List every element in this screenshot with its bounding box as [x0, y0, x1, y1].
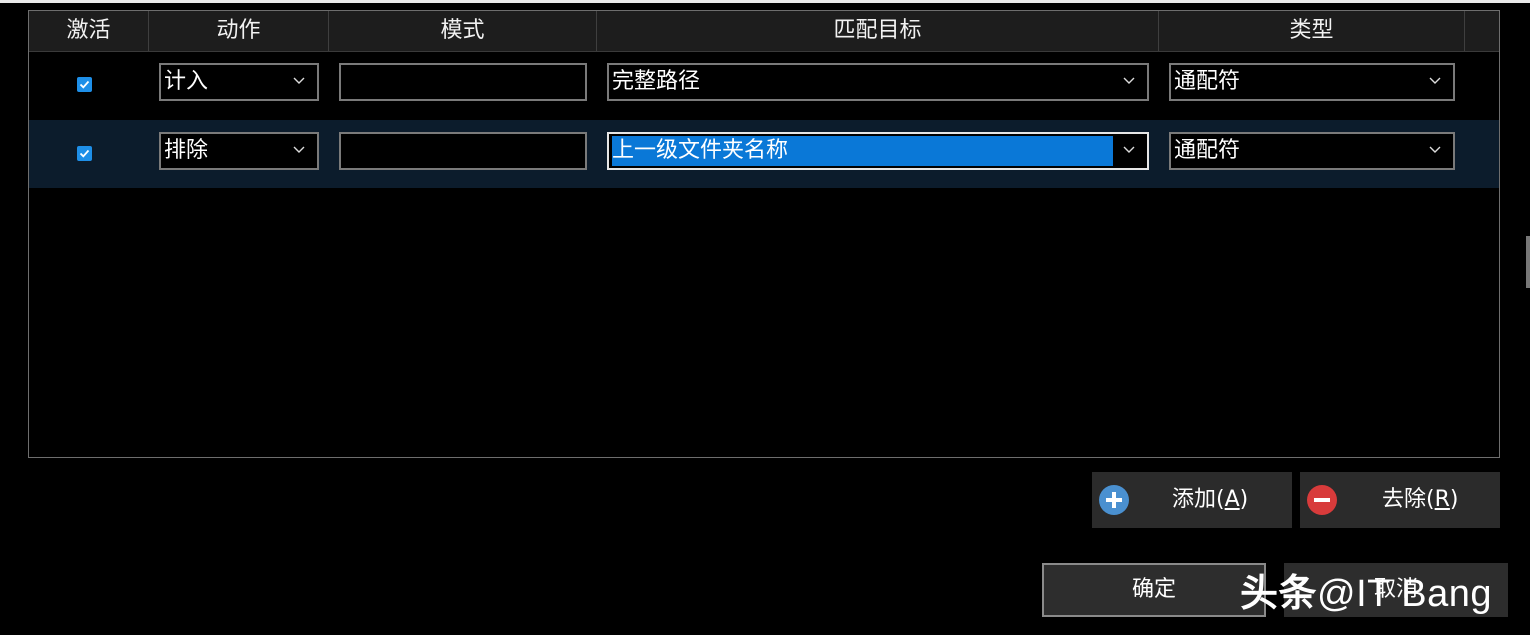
- column-header-action[interactable]: 动作: [149, 11, 329, 51]
- action-dropdown[interactable]: 计入: [159, 63, 319, 101]
- chevron-down-icon: [1429, 77, 1441, 84]
- window-top-border: [0, 0, 1530, 3]
- match-target-value: 上一级文件夹名称: [612, 136, 1113, 166]
- type-value: 通配符: [1174, 69, 1241, 94]
- type-value: 通配符: [1174, 138, 1241, 163]
- type-dropdown[interactable]: 通配符: [1169, 63, 1455, 101]
- minus-circle-icon: [1307, 485, 1337, 515]
- checkmark-icon: [79, 80, 90, 89]
- match-target-dropdown[interactable]: 上一级文件夹名称: [607, 132, 1149, 170]
- table-row[interactable]: 计入 完整路径 通配符: [29, 51, 1499, 119]
- column-header-active[interactable]: 激活: [29, 11, 149, 51]
- action-value: 排除: [164, 138, 209, 163]
- pattern-input[interactable]: [339, 132, 587, 170]
- checkmark-icon: [79, 149, 90, 158]
- column-header-pattern[interactable]: 模式: [329, 11, 597, 51]
- plus-circle-icon: [1099, 485, 1129, 515]
- column-header-match-target[interactable]: 匹配目标: [597, 11, 1159, 51]
- filter-rules-grid: 激活 动作 模式 匹配目标 类型 计入 完整路径 通配符 排除 上一级文件夹名称…: [28, 10, 1500, 458]
- remove-button[interactable]: 去除(R): [1300, 472, 1500, 528]
- grid-header: 激活 动作 模式 匹配目标 类型: [29, 11, 1499, 52]
- window-scrollbar-edge: [1526, 236, 1530, 288]
- ok-button[interactable]: 确定: [1042, 563, 1266, 617]
- pattern-input[interactable]: [339, 63, 587, 101]
- table-row-selected[interactable]: 排除 上一级文件夹名称 通配符: [29, 120, 1499, 188]
- action-dropdown[interactable]: 排除: [159, 132, 319, 170]
- add-button-label: 添加(A): [1172, 487, 1249, 512]
- chevron-down-icon: [1429, 146, 1441, 153]
- chevron-down-icon: [293, 77, 305, 84]
- action-value: 计入: [164, 69, 209, 94]
- row-active-checkbox[interactable]: [77, 77, 92, 92]
- match-target-value: 完整路径: [612, 69, 701, 94]
- chevron-down-icon: [293, 146, 305, 153]
- add-button[interactable]: 添加(A): [1092, 472, 1292, 528]
- watermark: 头条@IT Bang: [1240, 566, 1492, 622]
- match-target-dropdown[interactable]: 完整路径: [607, 63, 1149, 101]
- remove-button-label: 去除(R): [1382, 487, 1459, 512]
- row-active-checkbox[interactable]: [77, 146, 92, 161]
- chevron-down-icon: [1123, 77, 1135, 84]
- column-header-type[interactable]: 类型: [1159, 11, 1465, 51]
- watermark-handle: @IT Bang: [1317, 573, 1492, 615]
- chevron-down-icon: [1123, 146, 1135, 153]
- watermark-brand: 头条: [1240, 573, 1318, 615]
- type-dropdown[interactable]: 通配符: [1169, 132, 1455, 170]
